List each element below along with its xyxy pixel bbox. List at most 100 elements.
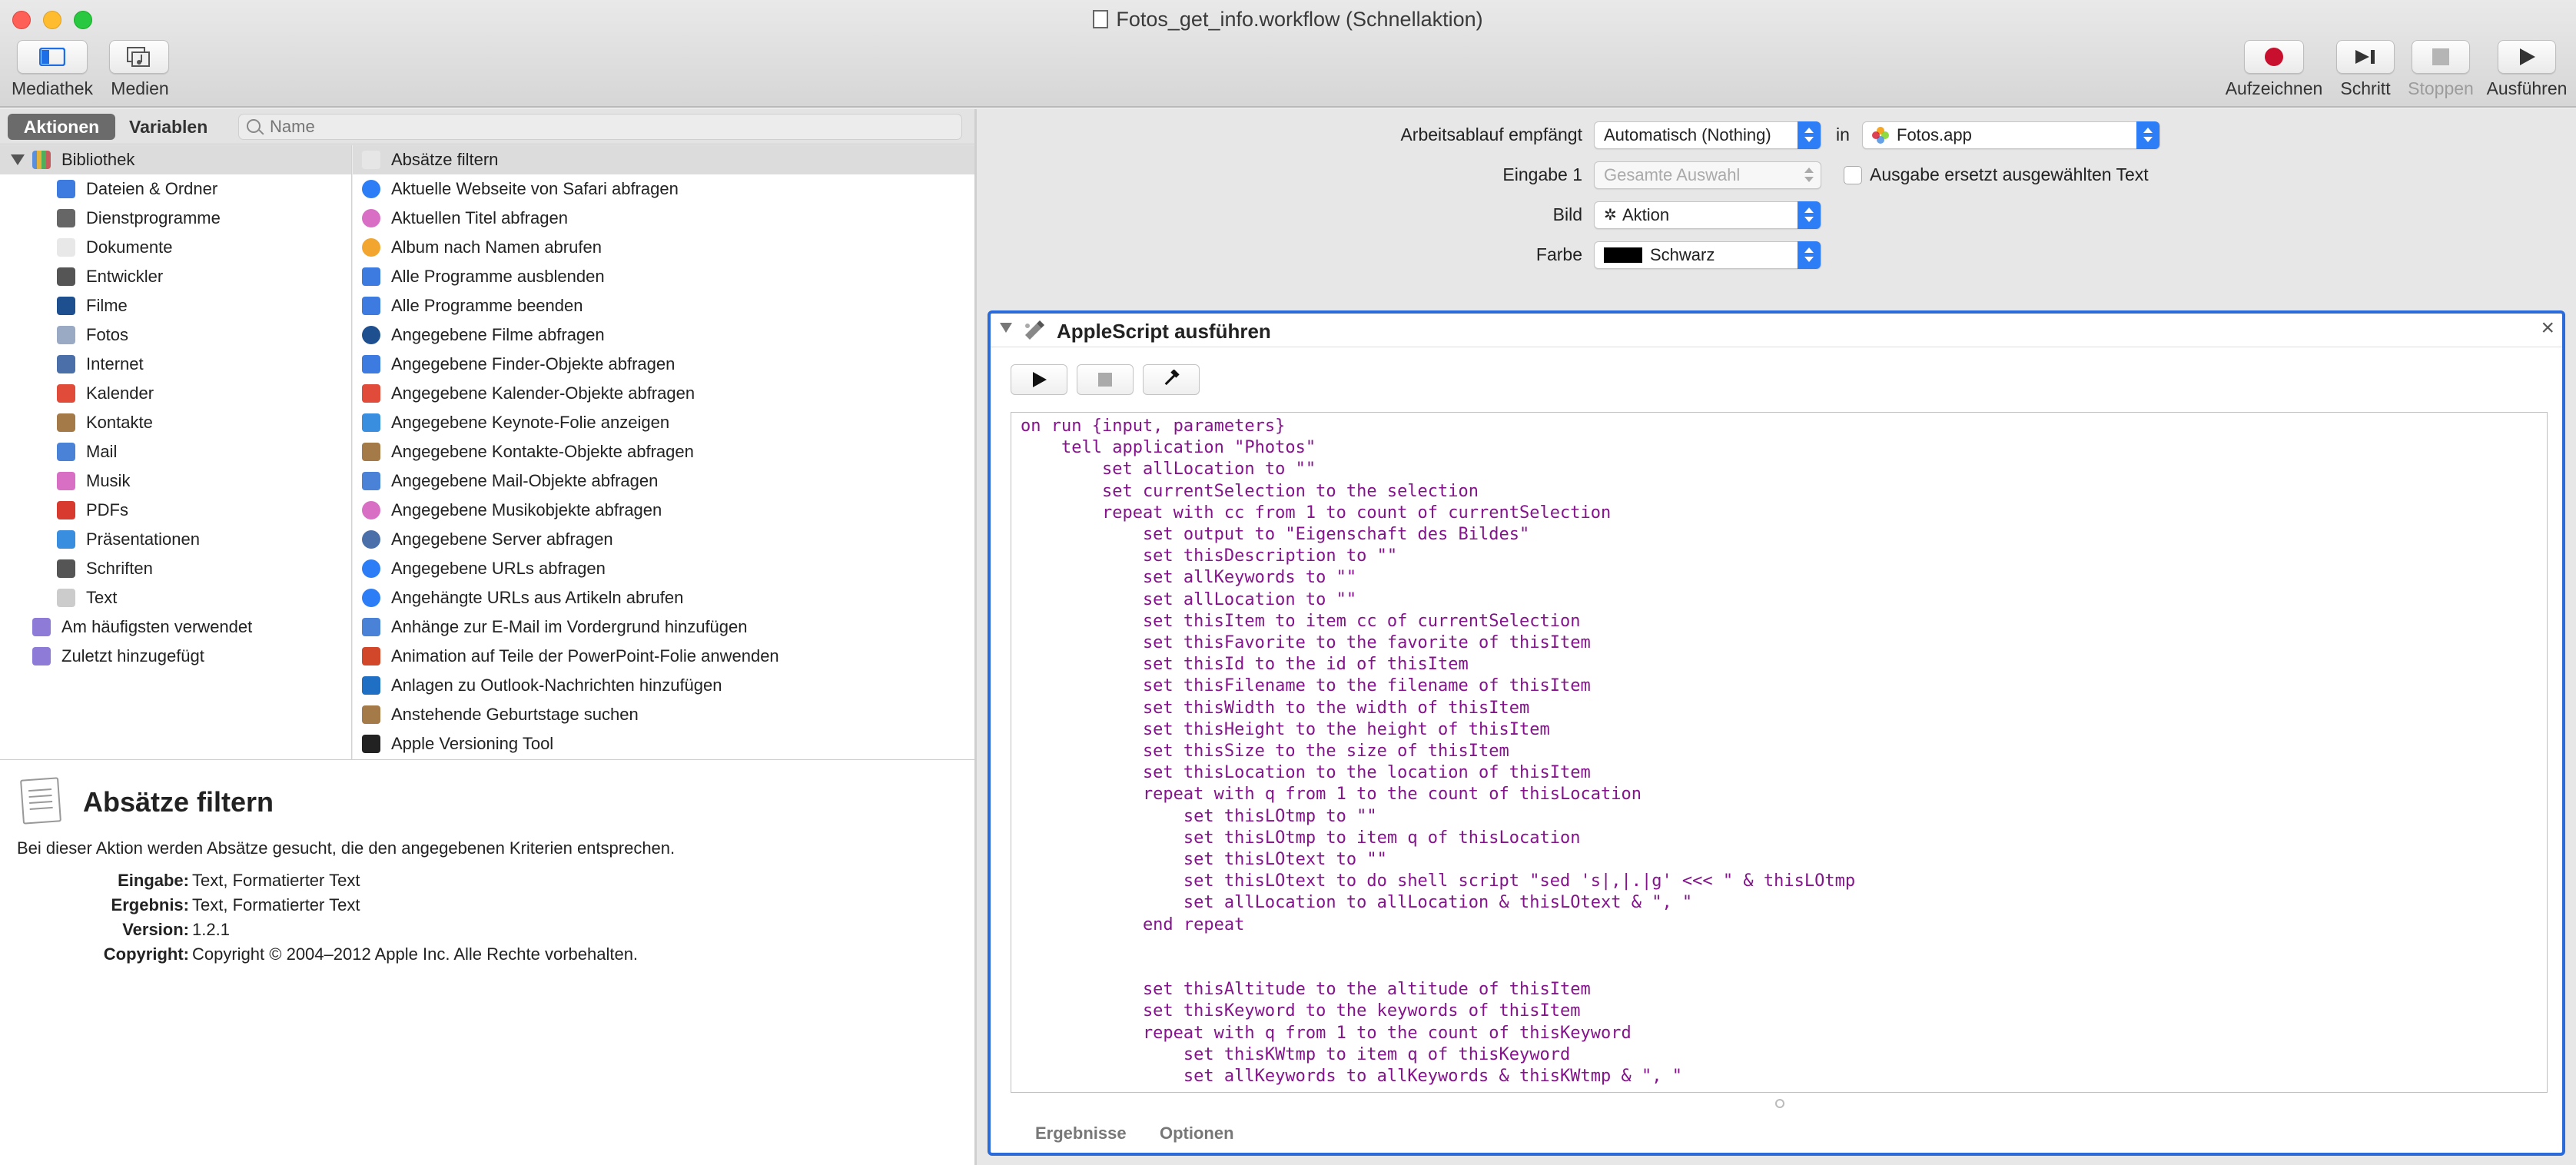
action-item[interactable]: Angegebene URLs abfragen bbox=[353, 554, 974, 583]
library-category[interactable]: Präsentationen bbox=[57, 525, 349, 554]
action-item[interactable]: Animation auf Teile der PowerPoint-Folie… bbox=[353, 642, 974, 671]
action-item-label: Angegebene URLs abfragen bbox=[391, 559, 606, 578]
close-action-icon[interactable]: × bbox=[2541, 315, 2554, 341]
stop-icon bbox=[1098, 373, 1112, 387]
mail-icon bbox=[57, 443, 75, 461]
action-item-label: Anlagen zu Outlook-Nachrichten hinzufüge… bbox=[391, 675, 722, 695]
action-item[interactable]: Anhänge zur E-Mail im Vordergrund hinzuf… bbox=[353, 612, 974, 642]
media-button[interactable] bbox=[109, 40, 169, 74]
action-item[interactable]: Alle Programme ausblenden bbox=[353, 262, 974, 291]
library-category[interactable]: Dokumente bbox=[57, 233, 349, 262]
library-category[interactable]: Filme bbox=[57, 291, 349, 320]
app-popup[interactable]: Fotos.app bbox=[1862, 121, 2160, 149]
window-title-text: Fotos_get_info.workflow (Schnellaktion) bbox=[1116, 8, 1483, 31]
action-item[interactable]: Apple Versioning Tool bbox=[353, 729, 974, 758]
smart-group[interactable]: Zuletzt hinzugefügt bbox=[32, 642, 347, 671]
photos-icon bbox=[362, 238, 380, 257]
library-category[interactable]: Entwickler bbox=[57, 262, 349, 291]
action-item[interactable]: Angehängte URLs aus Artikeln abrufen bbox=[353, 583, 974, 612]
library-category-label: Musik bbox=[86, 471, 131, 490]
library-root[interactable]: Bibliothek bbox=[0, 145, 351, 174]
tab-options[interactable]: Optionen bbox=[1160, 1124, 1234, 1143]
action-item[interactable]: Angegebene Keynote-Folie anzeigen bbox=[353, 408, 974, 437]
library-list: Bibliothek Dateien & Ordner Dienstprogram… bbox=[0, 145, 352, 759]
action-item[interactable]: Aktuellen Titel abfragen bbox=[353, 204, 974, 233]
library-toggle-button[interactable] bbox=[17, 40, 88, 74]
tab-variables[interactable]: Variablen bbox=[129, 114, 207, 140]
library-category[interactable]: Kalender bbox=[57, 379, 349, 408]
titlebar: Fotos_get_info.workflow (Schnellaktion) … bbox=[0, 0, 2576, 108]
collapse-triangle-icon[interactable] bbox=[1000, 323, 1012, 333]
action-item[interactable]: Absätze filtern bbox=[353, 145, 974, 174]
text-document-icon bbox=[20, 777, 61, 825]
image-popup[interactable]: ✲ Aktion bbox=[1594, 201, 1821, 229]
info-copyright-value: Copyright © 2004–2012 Apple Inc. Alle Re… bbox=[192, 944, 639, 964]
run-script-button[interactable] bbox=[1011, 364, 1067, 395]
color-label: Farbe bbox=[1535, 244, 1582, 264]
script-editor[interactable]: on run {input, parameters} tell applicat… bbox=[1011, 412, 2548, 1093]
library-category[interactable]: Dateien & Ordner bbox=[57, 174, 349, 204]
action-item[interactable]: Aktuelle Webseite von Safari abfragen bbox=[353, 174, 974, 204]
action-item[interactable]: Album nach Namen abrufen bbox=[353, 233, 974, 262]
library-category[interactable]: PDFs bbox=[57, 496, 349, 525]
action-item-label: Angehängte URLs aus Artikeln abrufen bbox=[391, 588, 684, 607]
app-value: Fotos.app bbox=[1897, 125, 1972, 144]
tab-results[interactable]: Ergebnisse bbox=[1035, 1124, 1127, 1143]
action-item[interactable]: Angegebene Kontakte-Objekte abfragen bbox=[353, 437, 974, 466]
mail-icon bbox=[362, 472, 380, 490]
globe-icon bbox=[57, 355, 75, 373]
text-icon bbox=[57, 589, 75, 607]
stop-icon bbox=[2432, 48, 2449, 65]
input-popup[interactable]: Gesamte Auswahl bbox=[1594, 161, 1821, 189]
terminal-icon bbox=[362, 735, 380, 753]
action-item[interactable]: Angegebene Finder-Objekte abfragen bbox=[353, 350, 974, 379]
library-category[interactable]: Internet bbox=[57, 350, 349, 379]
stop-script-button[interactable] bbox=[1077, 364, 1134, 395]
compile-script-button[interactable] bbox=[1143, 364, 1200, 395]
run-button[interactable] bbox=[2498, 40, 2556, 74]
photos-app-icon bbox=[1872, 127, 1889, 144]
hammer-icon bbox=[1164, 370, 1180, 386]
globe-icon bbox=[362, 530, 380, 549]
smart-folder-icon bbox=[32, 618, 51, 636]
library-category[interactable]: Musik bbox=[57, 466, 349, 496]
action-item-label: Alle Programme ausblenden bbox=[391, 267, 605, 286]
library-category[interactable]: Text bbox=[57, 583, 349, 612]
in-label: in bbox=[1836, 124, 1850, 144]
action-item-label: Album nach Namen abrufen bbox=[391, 237, 602, 257]
disclosure-triangle-icon[interactable] bbox=[11, 154, 25, 165]
smart-group[interactable]: Am häufigsten verwendet bbox=[32, 612, 347, 642]
receives-label: Arbeitsablauf empfängt bbox=[1400, 124, 1582, 144]
action-item[interactable]: Angegebene Filme abfragen bbox=[353, 320, 974, 350]
replace-output-checkbox[interactable] bbox=[1844, 166, 1862, 184]
action-item[interactable]: Angegebene Musikobjekte abfragen bbox=[353, 496, 974, 525]
tools-icon bbox=[57, 267, 75, 286]
library-category[interactable]: Fotos bbox=[57, 320, 349, 350]
quicktime-icon bbox=[362, 326, 380, 344]
library-category[interactable]: Kontakte bbox=[57, 408, 349, 437]
search-input[interactable] bbox=[270, 115, 954, 139]
script-code[interactable]: on run {input, parameters} tell applicat… bbox=[1021, 416, 1855, 1087]
image-label: Bild bbox=[1552, 204, 1582, 224]
tab-actions[interactable]: Aktionen bbox=[8, 114, 115, 140]
record-button[interactable] bbox=[2244, 40, 2304, 74]
library-category[interactable]: Mail bbox=[57, 437, 349, 466]
action-item[interactable]: Anlagen zu Outlook-Nachrichten hinzufüge… bbox=[353, 671, 974, 700]
color-popup[interactable]: Schwarz bbox=[1594, 241, 1821, 269]
action-item[interactable]: Angegebene Kalender-Objekte abfragen bbox=[353, 379, 974, 408]
finder-icon bbox=[362, 297, 380, 315]
action-item[interactable]: Angegebene Mail-Objekte abfragen bbox=[353, 466, 974, 496]
input-value: Gesamte Auswahl bbox=[1604, 165, 1741, 184]
library-category-label: Text bbox=[86, 588, 118, 607]
safari-icon bbox=[362, 559, 380, 578]
action-item[interactable]: Angegebene Server abfragen bbox=[353, 525, 974, 554]
step-button[interactable] bbox=[2336, 40, 2395, 74]
stop-button[interactable] bbox=[2412, 40, 2470, 74]
action-item[interactable]: Alle Programme beenden bbox=[353, 291, 974, 320]
action-item-label: Aktuelle Webseite von Safari abfragen bbox=[391, 179, 679, 198]
library-category[interactable]: Schriften bbox=[57, 554, 349, 583]
resize-handle[interactable] bbox=[1775, 1099, 1784, 1108]
receives-popup[interactable]: Automatisch (Nothing) bbox=[1594, 121, 1821, 149]
action-item[interactable]: Anstehende Geburtstage suchen bbox=[353, 700, 974, 729]
library-category[interactable]: Dienstprogramme bbox=[57, 204, 349, 233]
